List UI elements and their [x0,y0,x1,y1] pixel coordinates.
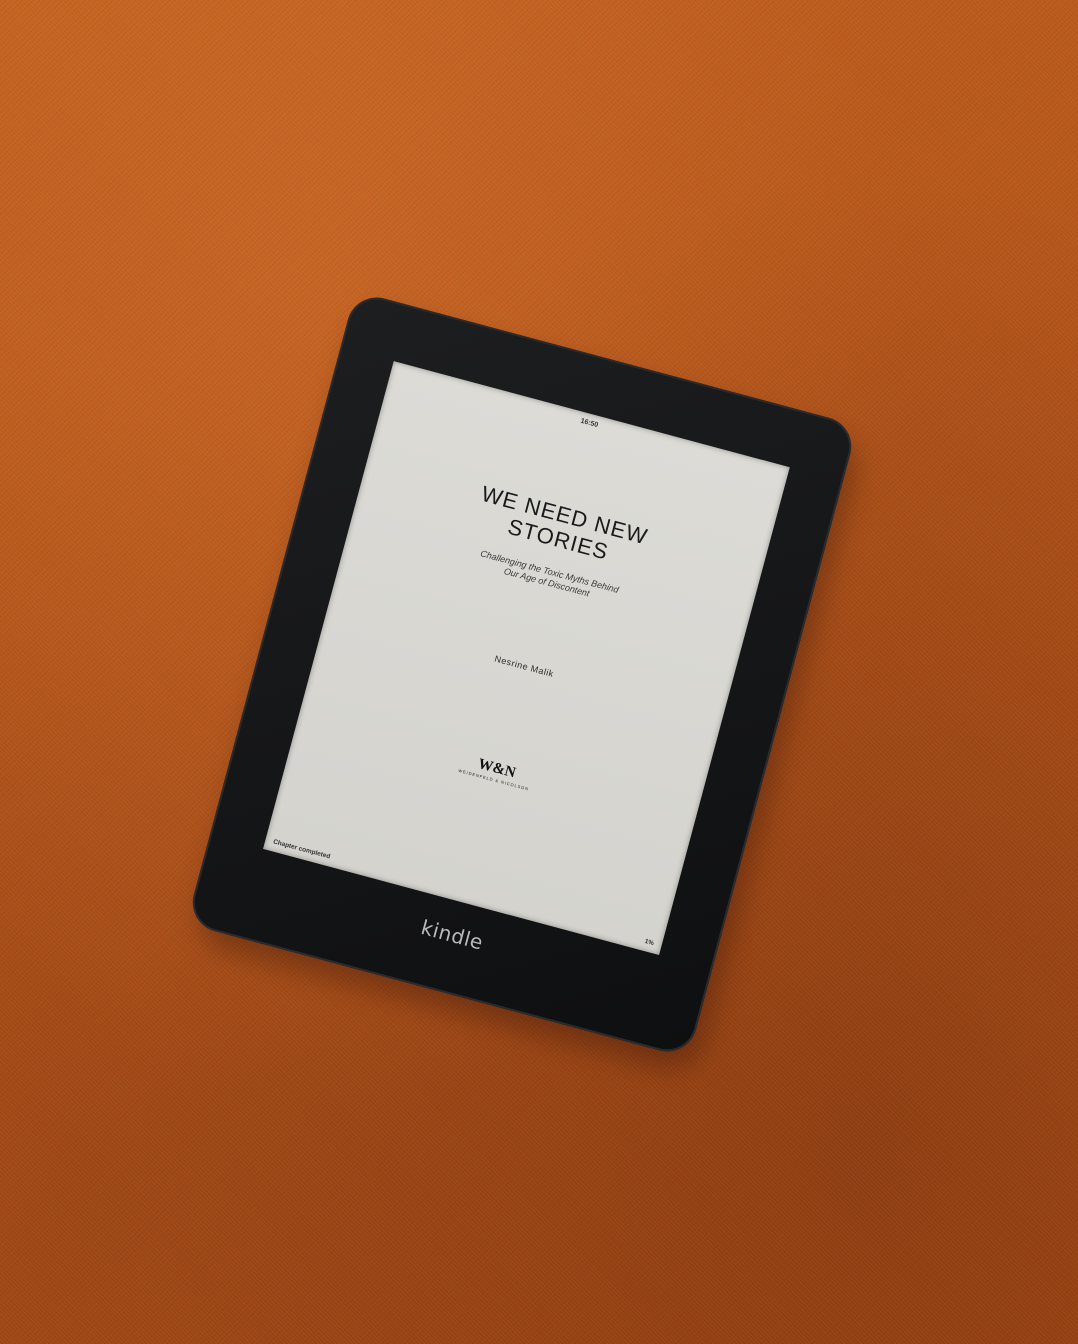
publisher-name: WEIDENFELD & NICOLSON [457,767,530,792]
eink-screen[interactable]: 16:50 WE NEED NEW STORIES Challenging th… [263,361,790,956]
book-author: Nesrine Malik [493,653,555,680]
publisher-logo: W&N WEIDENFELD & NICOLSON [295,709,696,835]
publisher-mark: W&N [476,755,518,782]
reading-progress: 1% [643,937,655,948]
chapter-status: Chapter completed [272,838,331,861]
